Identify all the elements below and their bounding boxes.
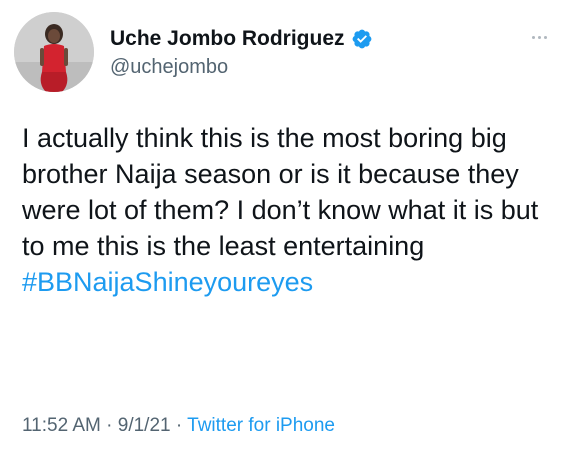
more-options-icon[interactable] bbox=[528, 32, 550, 42]
tweet-source-link[interactable]: Twitter for iPhone bbox=[187, 415, 335, 436]
avatar-photo-icon bbox=[14, 12, 94, 92]
verified-badge-icon bbox=[352, 29, 371, 49]
avatar[interactable] bbox=[14, 12, 94, 92]
more-dot bbox=[543, 35, 547, 39]
more-dot bbox=[531, 35, 535, 39]
tweet-header: Uche Jombo Rodriguez @uchejombo bbox=[14, 12, 554, 92]
meta-separator: · bbox=[100, 415, 118, 436]
more-dot bbox=[537, 35, 541, 39]
tweet-body: I actually think this is the most boring… bbox=[22, 120, 552, 300]
author-names: Uche Jombo Rodriguez @uchejombo bbox=[110, 26, 373, 79]
meta-separator: · bbox=[170, 415, 188, 436]
tweet-date[interactable]: 9/1/21 bbox=[118, 415, 171, 436]
display-name[interactable]: Uche Jombo Rodriguez bbox=[110, 27, 345, 51]
tweet-card: Uche Jombo Rodriguez @uchejombo I actual… bbox=[0, 0, 570, 451]
tweet-text: I actually think this is the most boring… bbox=[22, 123, 539, 261]
hashtag-link[interactable]: #BBNaijaShineyoureyes bbox=[22, 267, 313, 297]
author-handle[interactable]: @uchejombo bbox=[110, 56, 373, 79]
tweet-time[interactable]: 11:52 AM bbox=[22, 415, 101, 436]
tweet-meta: 11:52 AM · 9/1/21 · Twitter for iPhone bbox=[22, 415, 335, 437]
display-name-row: Uche Jombo Rodriguez bbox=[110, 26, 373, 52]
